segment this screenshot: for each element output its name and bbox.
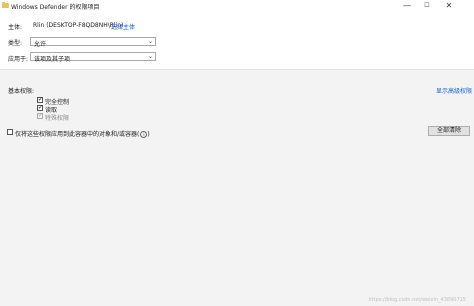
principal-section: 主体: Rlin (DESKTOP-F8QD8NH\Rlin) 选择主体 类型:… [0,14,474,68]
special-permissions-label: 特殊权限 [45,115,70,122]
clear-all-button[interactable]: 全部清除 [428,126,470,136]
folder-icon [2,2,9,8]
applies-to-dropdown[interactable]: 该项及其子项 ⌄ [30,52,156,63]
principal-label: 主体: [8,24,23,31]
select-principal-link[interactable]: 选择主体 [111,22,135,31]
show-advanced-permissions-link[interactable]: 显示高级权限 [436,86,472,95]
applies-to-label: 应用于: [8,56,29,63]
applies-to-dropdown-value: 该项及其子项 [34,56,71,63]
type-dropdown[interactable]: 允许 ⌄ [30,37,156,48]
apply-only-text: 仅将这些权限应用到此容器中的对象和/或容器( [15,131,140,138]
title-bar: Windows Defender 的权限项目 — ☐ ✕ [0,0,474,12]
full-control-checkbox[interactable]: ✓ [37,97,43,103]
permissions-section: 基本权限: 显示高级权限 ✓ 完全控制 ✓ 读取 ✓ 特殊权限 仅将这些权限应用… [0,70,474,306]
type-label: 类型: [8,40,23,47]
apply-only-text-end: ) [147,131,150,138]
chevron-down-icon: ⌄ [147,53,153,60]
basic-permissions-heading: 基本权限: [8,88,35,95]
special-permissions-checkbox: ✓ [37,112,44,119]
maximize-button[interactable]: ☐ [418,0,436,12]
close-button[interactable]: ✕ [440,0,458,12]
apply-only-label: 仅将这些权限应用到此容器中的对象和/或容器(i) [15,129,150,138]
type-dropdown-value: 允许 [34,41,47,48]
chevron-down-icon: ⌄ [147,38,153,45]
watermark: https://blog.csdn.net/weixin_43890715 [368,297,466,303]
read-checkbox[interactable]: ✓ [37,105,43,111]
principal-value: Rlin (DESKTOP-F8QD8NH\Rlin) [33,22,124,29]
window-title: Windows Defender 的权限项目 [11,4,100,11]
minimize-button[interactable]: — [398,0,416,12]
apply-only-checkbox[interactable] [7,129,13,135]
